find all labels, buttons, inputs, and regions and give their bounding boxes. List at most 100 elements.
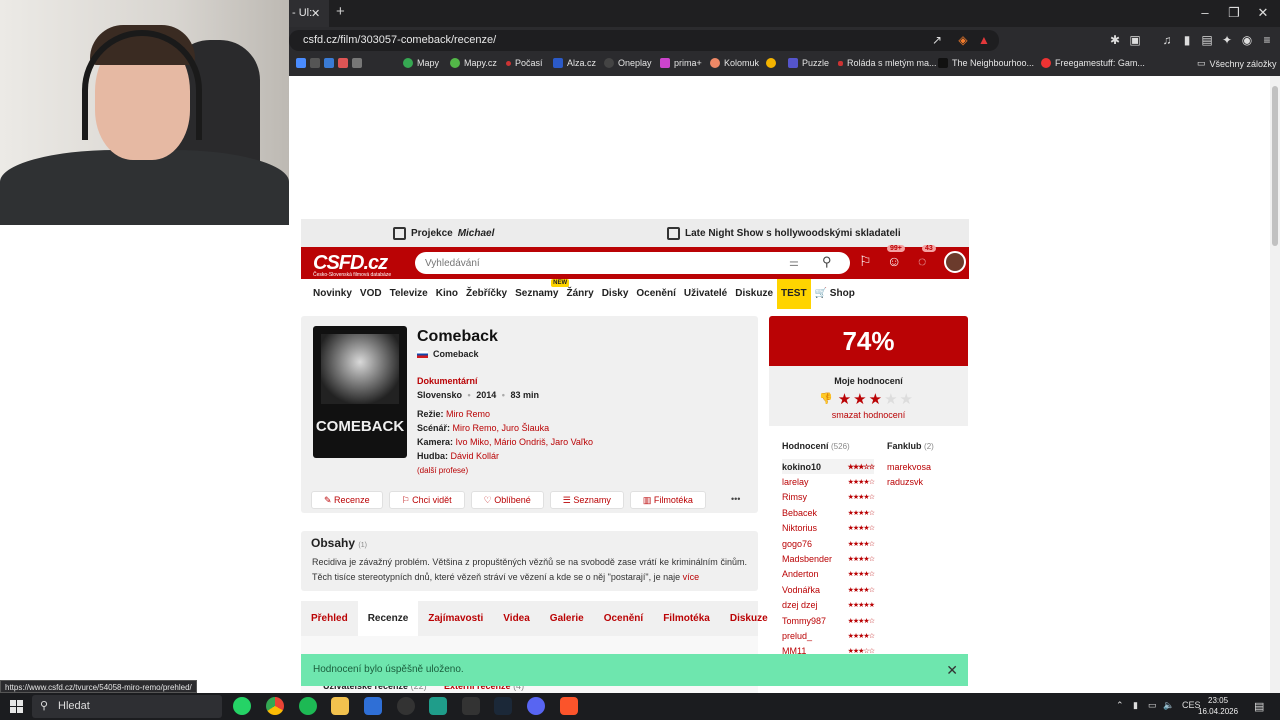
music-link[interactable]: Dávid Kollár <box>451 451 500 461</box>
close-window-icon[interactable]: ✕ <box>1253 5 1273 21</box>
fanclub-member[interactable]: marekvosa <box>887 459 979 474</box>
tab-zajimavosti[interactable]: Zajímavosti <box>418 601 493 636</box>
star-4-icon[interactable]: ★ <box>884 390 897 408</box>
minimize-icon[interactable]: – <box>1195 5 1215 20</box>
bookmark-item[interactable] <box>766 58 776 68</box>
bookmark-item[interactable]: Počasí <box>506 58 543 68</box>
bookmark-icons-group[interactable] <box>296 58 362 68</box>
messages-icon[interactable]: ◌ <box>918 253 926 269</box>
search-input[interactable] <box>415 252 755 274</box>
favorite-button[interactable]: ♡ Oblíbené <box>470 491 544 509</box>
rating-user-name[interactable]: Madsbender <box>782 554 832 564</box>
bookmark-item[interactable]: Alza.cz <box>553 58 596 68</box>
thumb-down-icon[interactable]: 👎 <box>819 390 833 408</box>
rating-user-name[interactable]: Tommy987 <box>782 616 826 626</box>
fanclub-member[interactable]: raduzsvk <box>887 474 979 489</box>
tray-chevron-icon[interactable]: ⌃ <box>1116 700 1124 711</box>
search-icon[interactable]: ⚲ <box>822 254 832 270</box>
rating-user-name[interactable]: Anderton <box>782 569 819 579</box>
bookmark-item[interactable]: Kolomuk <box>710 58 759 68</box>
taskbar-clock[interactable]: 23:05 16.04.2026 <box>1198 695 1238 717</box>
film-poster[interactable]: COMEBACK <box>313 326 407 458</box>
address-url[interactable]: csfd.cz/film/303057-comeback/recenze/ <box>303 34 496 46</box>
tab-galerie[interactable]: Galerie <box>540 601 594 636</box>
new-tab-button[interactable]: + <box>336 3 345 20</box>
review-button[interactable]: ✎ Recenze <box>311 491 383 509</box>
nav-test[interactable]: TEST <box>777 279 811 309</box>
rating-row[interactable]: kokino10 ★★★☆☆ <box>782 459 875 475</box>
rating-row[interactable]: Rimsy ★★★★☆ <box>782 490 875 505</box>
promo-link-1[interactable]: Projekce Michael <box>393 227 494 240</box>
rating-user-name[interactable]: Rimsy <box>782 492 807 502</box>
vpn-icon[interactable]: ◉ <box>1240 33 1254 47</box>
nav-kino[interactable]: Kino <box>432 279 462 309</box>
rating-user-name[interactable]: gogo76 <box>782 539 812 549</box>
tab-filmoteka[interactable]: Filmotéka <box>653 601 720 636</box>
watchlist-icon[interactable]: ⚐ <box>859 253 872 270</box>
plot-more-link[interactable]: více <box>683 572 700 582</box>
rating-row[interactable]: Madsbender ★★★★☆ <box>782 551 875 566</box>
nav-disky[interactable]: Disky <box>598 279 633 309</box>
rating-user-name[interactable]: kokino10 <box>782 462 821 472</box>
rating-user-name[interactable]: Bebacek <box>782 508 817 518</box>
taskbar-search[interactable]: ⚲ Hledat <box>32 695 222 718</box>
brave-shield-icon[interactable]: ◈ <box>956 33 970 47</box>
rating-row[interactable]: Bebacek ★★★★☆ <box>782 505 875 520</box>
nav-novinky[interactable]: Novinky <box>309 279 356 309</box>
brave-rewards-icon[interactable]: ▲ <box>977 33 991 47</box>
bookmark-item[interactable]: Oneplay <box>604 58 652 68</box>
rating-row[interactable]: dzej dzej ★★★★★ <box>782 598 875 613</box>
notifications-icon[interactable]: ▤ <box>1254 700 1264 713</box>
promo-link-2[interactable]: Late Night Show s hollywoodskými skladat… <box>667 227 901 240</box>
star-2-icon[interactable]: ★ <box>853 390 866 408</box>
file-explorer-icon[interactable] <box>331 697 349 715</box>
tab-recenze[interactable]: Recenze <box>357 601 419 636</box>
restore-icon[interactable]: ❐ <box>1224 5 1244 21</box>
extensions-icon[interactable]: ✱ <box>1108 33 1122 47</box>
ai-icon[interactable]: ✦ <box>1220 33 1234 47</box>
delete-rating-link[interactable]: smazat hodnocení <box>769 410 968 420</box>
share-icon[interactable]: ↗ <box>930 33 944 47</box>
director-link[interactable]: Miro Remo <box>446 409 490 419</box>
friends-icon[interactable]: ☺ <box>887 253 901 269</box>
rating-row[interactable]: gogo76 ★★★★☆ <box>782 536 875 551</box>
media-icon[interactable]: ♫ <box>1160 33 1174 47</box>
nav-zanry[interactable]: Žánry <box>562 279 597 309</box>
fanclub-heading[interactable]: Fanklub (2) <box>887 441 934 451</box>
bookmark-item[interactable]: Freegamestuff: Gam... <box>1041 58 1145 68</box>
page-scrollbar[interactable] <box>1270 76 1280 693</box>
tab-close-icon[interactable]: ✕ <box>311 7 320 20</box>
bookmark-item[interactable]: prima+ <box>660 58 702 68</box>
screenshot-icon[interactable]: ▣ <box>1128 33 1142 47</box>
brave-icon[interactable] <box>560 697 578 715</box>
more-actions-icon[interactable]: ••• <box>731 491 740 509</box>
chrome-icon[interactable] <box>266 697 284 715</box>
discord-icon[interactable] <box>527 697 545 715</box>
nav-oceneni[interactable]: Ocenění <box>632 279 679 309</box>
rating-row[interactable]: larelay ★★★★☆ <box>782 474 875 489</box>
whatsapp-icon[interactable] <box>233 697 251 715</box>
csfd-logo[interactable]: CSFD.cz Česko-Slovenská filmová databáze <box>313 252 391 278</box>
rating-row[interactable]: Niktorius ★★★★☆ <box>782 521 875 536</box>
rating-user-name[interactable]: Vodnářka <box>782 585 820 595</box>
bookmark-item[interactable]: Mapy.cz <box>450 58 497 68</box>
star-1-icon[interactable]: ★ <box>838 390 851 408</box>
bookmark-item[interactable]: Mapy <box>403 58 439 68</box>
my-rating-stars[interactable]: 👎 ★ ★ ★ ★ ★ <box>819 390 913 408</box>
tab-videa[interactable]: Videa <box>493 601 540 636</box>
lists-button[interactable]: ☰ Seznamy <box>549 491 624 509</box>
wallet-icon[interactable]: ▤ <box>1200 33 1214 47</box>
rating-user-name[interactable]: dzej dzej <box>782 600 818 610</box>
browser-tab[interactable]: - Ul: <box>289 0 329 27</box>
camera-link[interactable]: Ivo Miko, Mário Ondriš, Jaro Vaľko <box>456 437 594 447</box>
nav-zebricky[interactable]: Žebříčky <box>462 279 511 309</box>
nav-diskuze[interactable]: Diskuze <box>731 279 777 309</box>
rating-user-name[interactable]: larelay <box>782 477 809 487</box>
writers-link[interactable]: Miro Remo, Juro Šlauka <box>453 423 550 433</box>
bookmark-item[interactable]: Puzzle <box>788 58 829 68</box>
tab-prehled[interactable]: Přehled <box>301 601 358 636</box>
all-bookmarks[interactable]: ▭ Všechny záložky <box>1197 58 1277 69</box>
scrollbar-thumb[interactable] <box>1272 86 1278 246</box>
windows-start-icon[interactable] <box>10 700 23 713</box>
spotify-icon[interactable] <box>299 697 317 715</box>
